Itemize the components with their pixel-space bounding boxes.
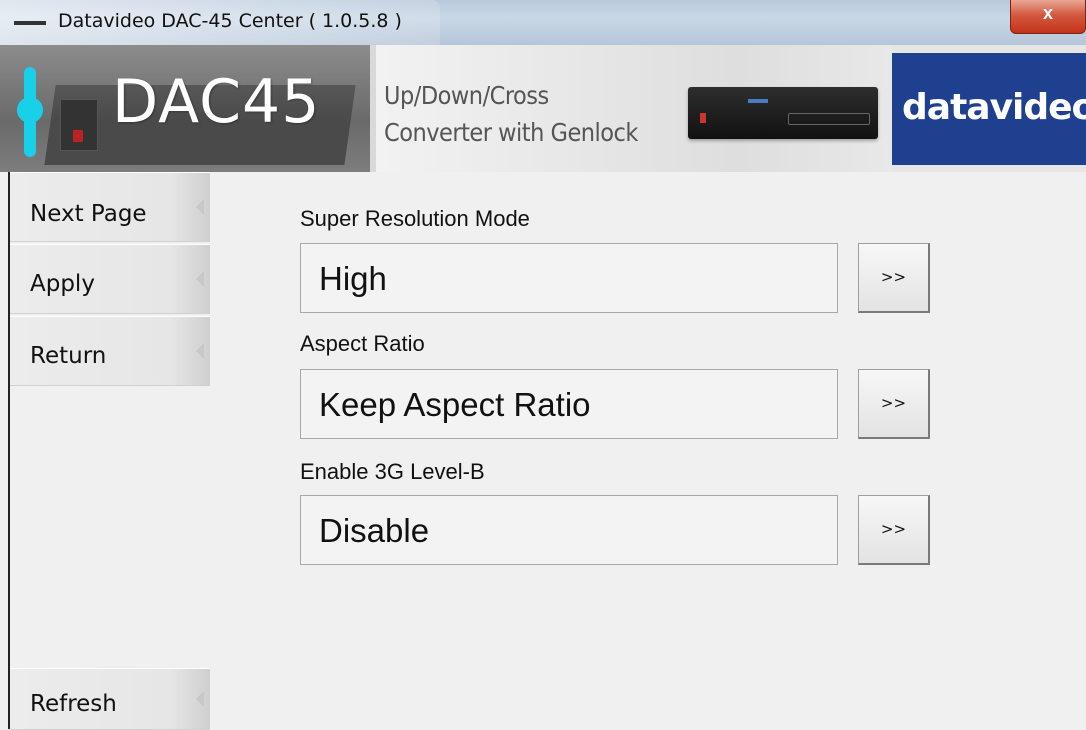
super-resolution-next-button[interactable]: >> bbox=[858, 243, 930, 313]
aspect-ratio-value: Keep Aspect Ratio bbox=[319, 386, 591, 423]
tagline: Up/Down/Cross Converter with Genlock bbox=[384, 77, 638, 151]
refresh-label: Refresh bbox=[30, 691, 117, 717]
window-title: Datavideo DAC-45 Center ( 1.0.5.8 ) bbox=[58, 10, 402, 32]
chevron-left-icon bbox=[196, 343, 204, 359]
super-resolution-value: High bbox=[319, 260, 387, 297]
3g-level-b-label: Enable 3G Level-B bbox=[300, 459, 485, 484]
apply-button[interactable]: Apply bbox=[10, 244, 210, 314]
aspect-ratio-value-box: Keep Aspect Ratio bbox=[300, 369, 838, 439]
aspect-ratio-label: Aspect Ratio bbox=[300, 331, 425, 356]
super-resolution-label: Super Resolution Mode bbox=[300, 206, 530, 231]
refresh-button[interactable]: Refresh bbox=[10, 668, 210, 730]
device-front-icon bbox=[60, 99, 98, 151]
title-bar: Datavideo DAC-45 Center ( 1.0.5.8 ) x bbox=[0, 0, 1086, 46]
super-resolution-value-box: High bbox=[300, 243, 838, 313]
close-button[interactable]: x bbox=[1010, 0, 1086, 34]
3g-level-b-value-box: Disable bbox=[300, 495, 838, 565]
apply-label: Apply bbox=[30, 271, 95, 297]
return-button[interactable]: Return bbox=[10, 316, 210, 386]
aspect-ratio-next-button[interactable]: >> bbox=[858, 369, 930, 439]
tagline-line-1: Up/Down/Cross bbox=[384, 81, 549, 110]
brand-panel: datavideo bbox=[892, 53, 1086, 165]
model-title: DAC45 bbox=[112, 67, 321, 137]
banner-model-panel: DAC45 bbox=[0, 45, 376, 172]
banner-tagline-panel: Up/Down/Cross Converter with Genlock bbox=[376, 45, 892, 172]
next-page-label: Next Page bbox=[30, 201, 147, 227]
datavideo-logo: datavideo bbox=[902, 87, 1086, 128]
return-label: Return bbox=[30, 343, 107, 369]
next-page-button[interactable]: Next Page bbox=[10, 172, 210, 242]
accent-knob-icon bbox=[17, 97, 43, 123]
chevron-left-icon bbox=[196, 691, 204, 707]
3g-level-b-next-button[interactable]: >> bbox=[858, 495, 930, 565]
chevron-left-icon bbox=[196, 271, 204, 287]
chevron-left-icon bbox=[196, 199, 204, 215]
app-menu-icon[interactable] bbox=[14, 21, 46, 25]
tagline-line-2: Converter with Genlock bbox=[384, 118, 638, 147]
product-banner: DAC45 Up/Down/Cross Converter with Genlo… bbox=[0, 45, 1086, 172]
3g-level-b-value: Disable bbox=[319, 512, 430, 549]
device-photo-icon bbox=[688, 87, 878, 139]
